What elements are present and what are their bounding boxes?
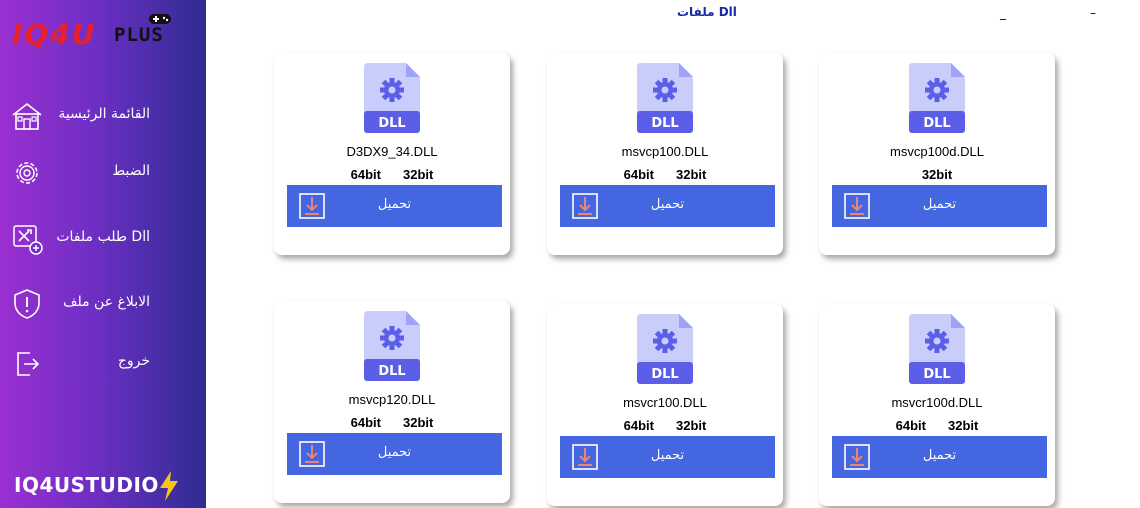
bit-options: 64bit 32bit [819, 418, 1055, 433]
shield-warning-icon [14, 289, 40, 319]
sidebar-item-settings[interactable]: الضبط [0, 153, 206, 193]
download-label: تحميل [377, 197, 412, 212]
dll-file-name: msvcp100d.DLL [890, 144, 984, 159]
gear-icon [16, 162, 38, 184]
download-label: تحميل [650, 197, 685, 212]
dll-file-icon: DLL [364, 311, 420, 381]
sidebar-item-label: الضبط [112, 163, 150, 179]
sidebar-item-label: الابلاغ عن ملف [62, 294, 150, 310]
app-logo: IQ4U PLUS [8, 10, 193, 51]
bit-option[interactable]: 32bit [403, 167, 433, 182]
home-icon [12, 102, 42, 130]
dll-file-icon: DLL [364, 63, 420, 133]
dll-file-name: msvcp100.DLL [621, 144, 709, 159]
download-button[interactable]: تحميل [832, 185, 1047, 227]
sidebar: IQ4U PLUS القائمة الرئيسية الضبط طلب ملف… [0, 0, 206, 508]
download-label: تحميل [922, 448, 957, 463]
dll-file-name: msvcr100d.DLL [891, 395, 983, 410]
dll-file-name: msvcr100.DLL [623, 395, 707, 410]
bit-option[interactable]: 64bit [351, 167, 381, 182]
close-icon: – [1090, 6, 1096, 20]
bit-option[interactable]: 64bit [896, 418, 926, 433]
download-button[interactable]: تحميل [832, 436, 1047, 478]
sidebar-item-label: خروج [117, 353, 150, 369]
dll-badge-text: DLL [378, 364, 405, 379]
logo-main-text: IQ4U [12, 18, 97, 51]
dll-badge-text: DLL [378, 116, 405, 131]
bit-options: 64bit 32bit [547, 418, 783, 433]
bit-options: 64bit 32bit [547, 167, 783, 182]
bit-option[interactable]: 32bit [403, 415, 433, 430]
dll-badge-text: DLL [651, 116, 678, 131]
dll-card: DLL msvcp100d.DLL 32bit تحميل [819, 53, 1055, 255]
download-button[interactable]: تحميل [560, 436, 775, 478]
minimize-icon: _ [1000, 6, 1006, 20]
dll-file-name: msvcp120.DLL [348, 392, 436, 407]
bit-options: 32bit [819, 167, 1055, 182]
dll-file-icon: DLL [637, 63, 693, 133]
page-title: ملفات Dll [677, 5, 737, 19]
dll-file-name: D3DX9_34.DLL [346, 144, 438, 159]
bit-option[interactable]: 32bit [948, 418, 978, 433]
close-button[interactable]: – [1090, 2, 1110, 20]
dll-file-icon: DLL [637, 314, 693, 384]
dll-badge-text: DLL [923, 367, 950, 382]
studio-logo-text: IQ4USTUDIO [14, 473, 159, 497]
sidebar-item-home[interactable]: القائمة الرئيسية [0, 96, 206, 136]
bit-option[interactable]: 64bit [624, 167, 654, 182]
sidebar-item-report-file[interactable]: الابلاغ عن ملف [0, 284, 206, 324]
sidebar-item-label: القائمة الرئيسية [58, 106, 150, 122]
logo-plus-text: PLUS [114, 24, 164, 46]
bit-option[interactable]: 32bit [922, 167, 952, 182]
sidebar-item-request-dll[interactable]: طلب ملفات Dll [0, 219, 206, 259]
bit-options: 64bit 32bit [274, 167, 510, 182]
bit-option[interactable]: 64bit [624, 418, 654, 433]
dll-badge-text: DLL [651, 367, 678, 382]
gamepad-icon [149, 14, 171, 24]
bit-options: 64bit 32bit [274, 415, 510, 430]
minimize-button[interactable]: _ [1000, 2, 1020, 20]
dll-card: DLL msvcp120.DLL 64bit 32bit تحميل [274, 301, 510, 503]
download-label: تحميل [377, 445, 412, 460]
dll-file-icon: DLL [909, 314, 965, 384]
download-button[interactable]: تحميل [287, 433, 502, 475]
tools-request-icon [13, 225, 43, 255]
download-button[interactable]: تحميل [287, 185, 502, 227]
bit-option[interactable]: 32bit [676, 418, 706, 433]
download-button[interactable]: تحميل [560, 185, 775, 227]
sidebar-item-label: طلب ملفات Dll [56, 229, 150, 245]
dll-card: DLL msvcp100.DLL 64bit 32bit تحميل [547, 53, 783, 255]
exit-icon [17, 352, 40, 376]
dll-card: DLL msvcr100.DLL 64bit 32bit تحميل [547, 304, 783, 506]
dll-file-icon: DLL [909, 63, 965, 133]
dll-badge-text: DLL [923, 116, 950, 131]
download-label: تحميل [922, 197, 957, 212]
dll-card: DLL msvcr100d.DLL 64bit 32bit تحميل [819, 304, 1055, 506]
bit-option[interactable]: 32bit [676, 167, 706, 182]
download-label: تحميل [650, 448, 685, 463]
lightning-icon [160, 471, 178, 501]
dll-card: DLL D3DX9_34.DLL 64bit 32bit تحميل [274, 53, 510, 255]
sidebar-item-exit[interactable]: خروج [0, 343, 206, 383]
bit-option[interactable]: 64bit [351, 415, 381, 430]
